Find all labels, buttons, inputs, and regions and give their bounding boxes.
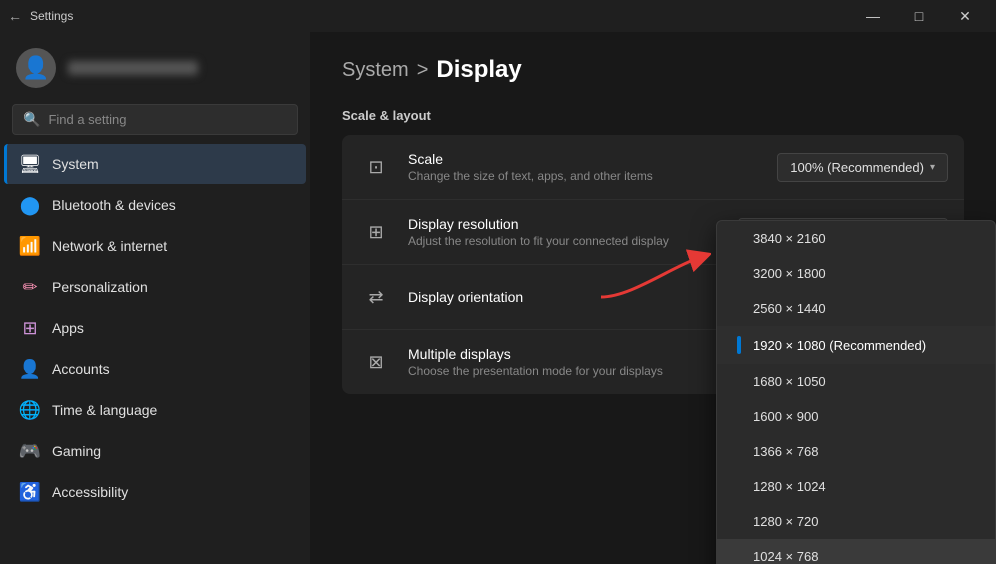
selected-indicator	[737, 336, 741, 354]
resolution-icon: ⊞	[358, 214, 394, 250]
bluetooth-nav-icon: ⬤	[20, 195, 40, 215]
accessibility-nav-icon: ♿	[20, 482, 40, 502]
sidebar-item-label-accessibility: Accessibility	[52, 484, 128, 500]
back-icon[interactable]: ←	[8, 8, 22, 24]
orientation-icon: ⇄	[358, 279, 394, 315]
sidebar-item-accessibility[interactable]: ♿ Accessibility	[4, 472, 306, 512]
resolution-dropdown-overlay: 3840 × 2160 3200 × 1800 2560 × 1440 1920 × …	[716, 220, 996, 564]
accounts-nav-icon: 👤	[20, 359, 40, 379]
resolution-text: Display resolution Adjust the resolution…	[408, 216, 738, 248]
user-icon: 👤	[22, 55, 49, 81]
title-bar-title: Settings	[30, 9, 73, 23]
resolution-option-9[interactable]: 1024 × 768	[717, 539, 995, 564]
resolution-option-6[interactable]: 1366 × 768	[717, 434, 995, 469]
breadcrumb: System > Display	[342, 56, 964, 84]
personalization-nav-icon: ✏	[20, 277, 40, 297]
sidebar-item-label-gaming: Gaming	[52, 443, 101, 459]
search-container: 🔍 Find a setting	[0, 100, 310, 143]
resolution-title: Display resolution	[408, 216, 738, 232]
breadcrumb-parent: System	[342, 59, 409, 82]
user-name	[68, 61, 198, 75]
resolution-option-label-3: 1920 × 1080 (Recommended)	[753, 338, 926, 353]
resolution-option-label-7: 1280 × 1024	[753, 479, 826, 494]
search-icon: 🔍	[23, 111, 40, 128]
search-box[interactable]: 🔍 Find a setting	[12, 104, 298, 135]
resolution-option-label-0: 3840 × 2160	[753, 231, 826, 246]
scale-icon: ⊡	[358, 149, 394, 185]
time-nav-icon: 🌐	[20, 400, 40, 420]
breadcrumb-current: Display	[436, 56, 521, 84]
sidebar-item-label-personalization: Personalization	[52, 279, 148, 295]
resolution-option-0[interactable]: 3840 × 2160	[717, 221, 995, 256]
resolution-option-1[interactable]: 3200 × 1800	[717, 256, 995, 291]
scale-dropdown[interactable]: 100% (Recommended) ▾	[777, 153, 948, 182]
resolution-option-label-1: 3200 × 1800	[753, 266, 826, 281]
sidebar-item-personalization[interactable]: ✏ Personalization	[4, 267, 306, 307]
sidebar-item-accounts[interactable]: 👤 Accounts	[4, 349, 306, 389]
resolution-option-label-5: 1600 × 900	[753, 409, 818, 424]
title-bar-left: ← Settings	[8, 8, 73, 24]
sidebar-item-system[interactable]: 🖥 System	[4, 144, 306, 184]
sidebar-item-label-accounts: Accounts	[52, 361, 110, 377]
resolution-option-4[interactable]: 1680 × 1050	[717, 364, 995, 399]
sidebar-item-label-apps: Apps	[52, 320, 84, 336]
search-placeholder: Find a setting	[48, 112, 126, 127]
resolution-option-label-6: 1366 × 768	[753, 444, 818, 459]
scale-desc: Change the size of text, apps, and other…	[408, 169, 777, 183]
title-bar-controls: — □ ✕	[850, 0, 988, 32]
gaming-nav-icon: 🎮	[20, 441, 40, 461]
title-bar: ← Settings — □ ✕	[0, 0, 996, 32]
system-nav-icon: 🖥	[20, 154, 40, 174]
scale-row: ⊡ Scale Change the size of text, apps, a…	[342, 135, 964, 200]
sidebar-item-apps[interactable]: ⊞ Apps	[4, 308, 306, 348]
scale-dropdown-value: 100% (Recommended)	[790, 160, 924, 175]
resolution-option-label-9: 1024 × 768	[753, 549, 818, 564]
scale-text: Scale Change the size of text, apps, and…	[408, 151, 777, 183]
resolution-desc: Adjust the resolution to fit your connec…	[408, 234, 738, 248]
user-profile: 👤	[0, 32, 310, 100]
sidebar-item-network[interactable]: 📶 Network & internet	[4, 226, 306, 266]
resolution-option-label-2: 2560 × 1440	[753, 301, 826, 316]
sidebar-item-bluetooth[interactable]: ⬤ Bluetooth & devices	[4, 185, 306, 225]
sidebar: 👤 🔍 Find a setting 🖥 System ⬤ Bluetooth & d…	[0, 32, 310, 564]
nav-list: 🖥 System ⬤ Bluetooth & devices 📶 Network & in…	[0, 143, 310, 513]
sidebar-item-label-system: System	[52, 156, 99, 172]
resolution-option-8[interactable]: 1280 × 720	[717, 504, 995, 539]
sidebar-item-label-bluetooth: Bluetooth & devices	[52, 197, 176, 213]
maximize-button[interactable]: □	[896, 0, 942, 32]
resolution-option-5[interactable]: 1600 × 900	[717, 399, 995, 434]
sidebar-item-label-network: Network & internet	[52, 238, 167, 254]
minimize-button[interactable]: —	[850, 0, 896, 32]
resolution-option-label-8: 1280 × 720	[753, 514, 818, 529]
section-label: Scale & layout	[342, 108, 964, 123]
content-area: System > Display Scale & layout ⊡ Scale …	[310, 32, 996, 564]
apps-nav-icon: ⊞	[20, 318, 40, 338]
sidebar-item-gaming[interactable]: 🎮 Gaming	[4, 431, 306, 471]
breadcrumb-separator: >	[417, 59, 429, 82]
scale-title: Scale	[408, 151, 777, 167]
scale-chevron-icon: ▾	[930, 162, 935, 173]
main-layout: 👤 🔍 Find a setting 🖥 System ⬤ Bluetooth & d…	[0, 32, 996, 564]
sidebar-item-time[interactable]: 🌐 Time & language	[4, 390, 306, 430]
sidebar-item-label-time: Time & language	[52, 402, 157, 418]
close-button[interactable]: ✕	[942, 0, 988, 32]
avatar: 👤	[16, 48, 56, 88]
network-nav-icon: 📶	[20, 236, 40, 256]
multiple-displays-icon: ⊠	[358, 344, 394, 380]
resolution-option-2[interactable]: 2560 × 1440	[717, 291, 995, 326]
resolution-option-7[interactable]: 1280 × 1024	[717, 469, 995, 504]
resolution-option-label-4: 1680 × 1050	[753, 374, 826, 389]
scale-control: 100% (Recommended) ▾	[777, 153, 948, 182]
resolution-option-3[interactable]: 1920 × 1080 (Recommended)	[717, 326, 995, 364]
